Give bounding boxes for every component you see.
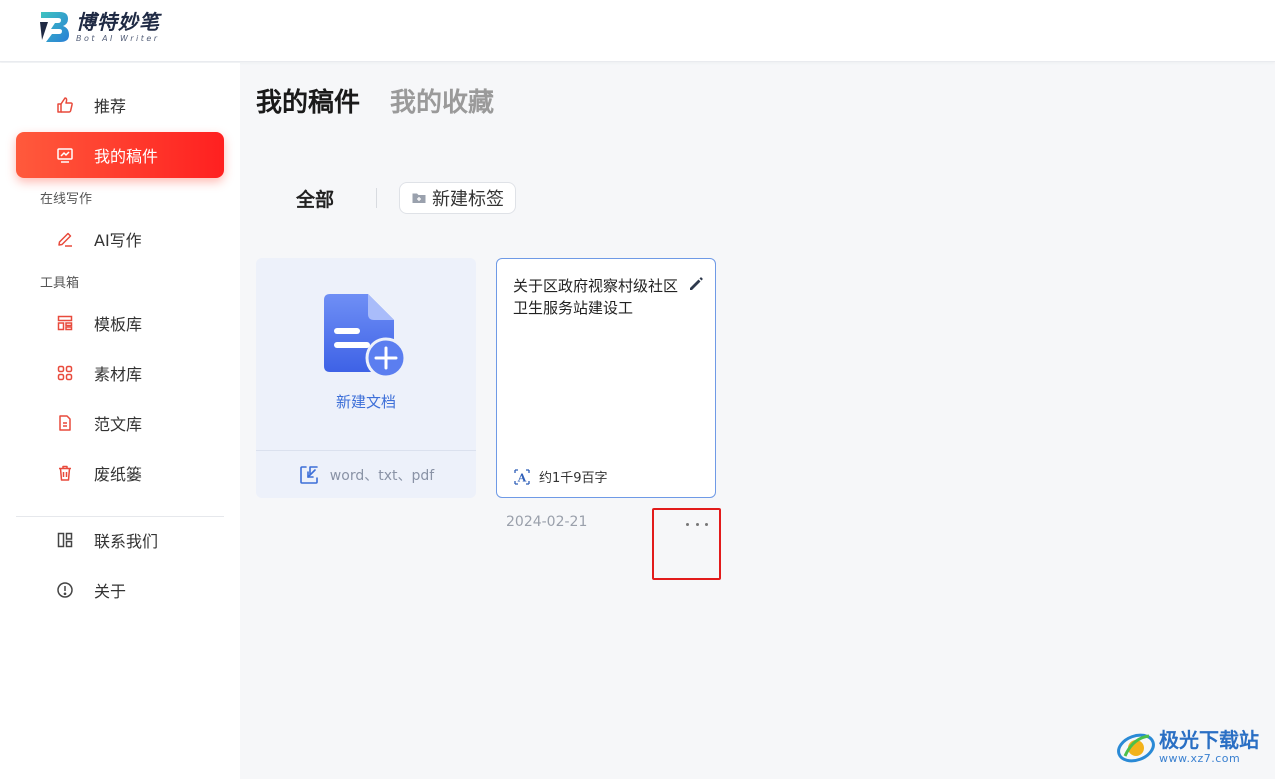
new-tag-button[interactable]: 新建标签 — [399, 182, 517, 214]
document-title: 关于区政府视察村级社区卫生服务站建设工 — [513, 277, 679, 317]
app-logo[interactable]: 博特妙笔 Bot AI Writer — [38, 10, 160, 44]
sidebar-item-label: 模板库 — [94, 315, 143, 334]
filter-row: 全部 新建标签 — [296, 182, 517, 214]
sidebar: 推荐 我的稿件 在线写作 AI写作 工具箱 模板库 素材库 范文库 废纸篓 联系… — [0, 63, 240, 779]
highlight-annotation — [652, 508, 721, 580]
document-word-count: 约1千9百字 — [539, 471, 608, 486]
document-icon — [56, 414, 74, 432]
logo-icon — [40, 12, 69, 42]
template-icon — [56, 314, 74, 332]
sidebar-item-my-drafts[interactable]: 我的稿件 — [16, 132, 224, 178]
new-document-label: 新建文档 — [335, 393, 396, 411]
svg-text:A: A — [517, 471, 527, 484]
sidebar-item-label: 素材库 — [94, 365, 143, 384]
pen-icon — [56, 230, 74, 248]
import-file-button[interactable]: word、txt、pdf — [256, 451, 476, 498]
new-document-card: 新建文档 word、txt、pdf — [256, 258, 476, 498]
sidebar-item-about[interactable]: 关于 — [16, 567, 224, 613]
sidebar-item-ai-write[interactable]: AI写作 — [16, 216, 224, 262]
chart-board-icon — [56, 146, 74, 164]
edit-icon[interactable] — [687, 275, 705, 293]
document-meta: A 约1千9百字 — [513, 467, 608, 486]
sidebar-item-recommend[interactable]: 推荐 — [16, 82, 224, 128]
watermark: 极光下载站 www.xz7.com — [1115, 726, 1259, 768]
layout-icon — [56, 531, 74, 549]
sidebar-item-materials[interactable]: 素材库 — [16, 350, 224, 396]
tab-my-favorites[interactable]: 我的收藏 — [390, 82, 494, 119]
watermark-logo-icon — [1117, 733, 1155, 763]
document-card[interactable]: 关于区政府视察村级社区卫生服务站建设工 A 约1千9百字 — [496, 258, 716, 498]
sidebar-item-label: 联系我们 — [94, 532, 159, 551]
main-tabs: 我的稿件 我的收藏 — [256, 82, 494, 119]
new-document-button[interactable]: 新建文档 — [256, 258, 476, 450]
trash-icon — [56, 464, 74, 482]
new-document-icon — [324, 294, 407, 379]
folder-plus-icon — [411, 190, 427, 206]
sidebar-item-label: 我的稿件 — [94, 147, 159, 166]
sidebar-item-label: 推荐 — [94, 97, 127, 116]
sidebar-item-label: 废纸篓 — [94, 465, 143, 484]
watermark-text: 极光下载站 — [1159, 728, 1259, 752]
sidebar-item-label: 范文库 — [94, 415, 143, 434]
font-size-icon: A — [513, 468, 531, 486]
app-name-en: Bot AI Writer — [76, 34, 160, 43]
import-icon — [298, 464, 320, 486]
filter-all[interactable]: 全部 — [296, 185, 334, 212]
document-date: 2024-02-21 — [506, 514, 588, 530]
new-tag-label: 新建标签 — [432, 189, 505, 210]
app-name-cn: 博特妙笔 — [76, 10, 160, 34]
section-toolbox: 工具箱 — [40, 276, 80, 291]
watermark-url: www.xz7.com — [1159, 752, 1241, 765]
sidebar-item-label: 关于 — [94, 582, 127, 601]
thumbs-up-icon — [56, 96, 74, 114]
info-icon — [56, 581, 74, 599]
sidebar-item-label: AI写作 — [94, 231, 142, 250]
top-bar: 博特妙笔 Bot AI Writer — [0, 0, 1275, 62]
import-formats-label: word、txt、pdf — [329, 467, 435, 484]
sidebar-item-templates[interactable]: 模板库 — [16, 300, 224, 346]
sidebar-item-contact[interactable]: 联系我们 — [16, 517, 224, 563]
sidebar-item-trash[interactable]: 废纸篓 — [16, 450, 224, 496]
tab-my-drafts[interactable]: 我的稿件 — [256, 82, 360, 119]
section-online-writing: 在线写作 — [40, 192, 93, 207]
grid-icon — [56, 364, 74, 382]
filter-divider — [376, 188, 378, 208]
sidebar-item-samples[interactable]: 范文库 — [16, 400, 224, 446]
